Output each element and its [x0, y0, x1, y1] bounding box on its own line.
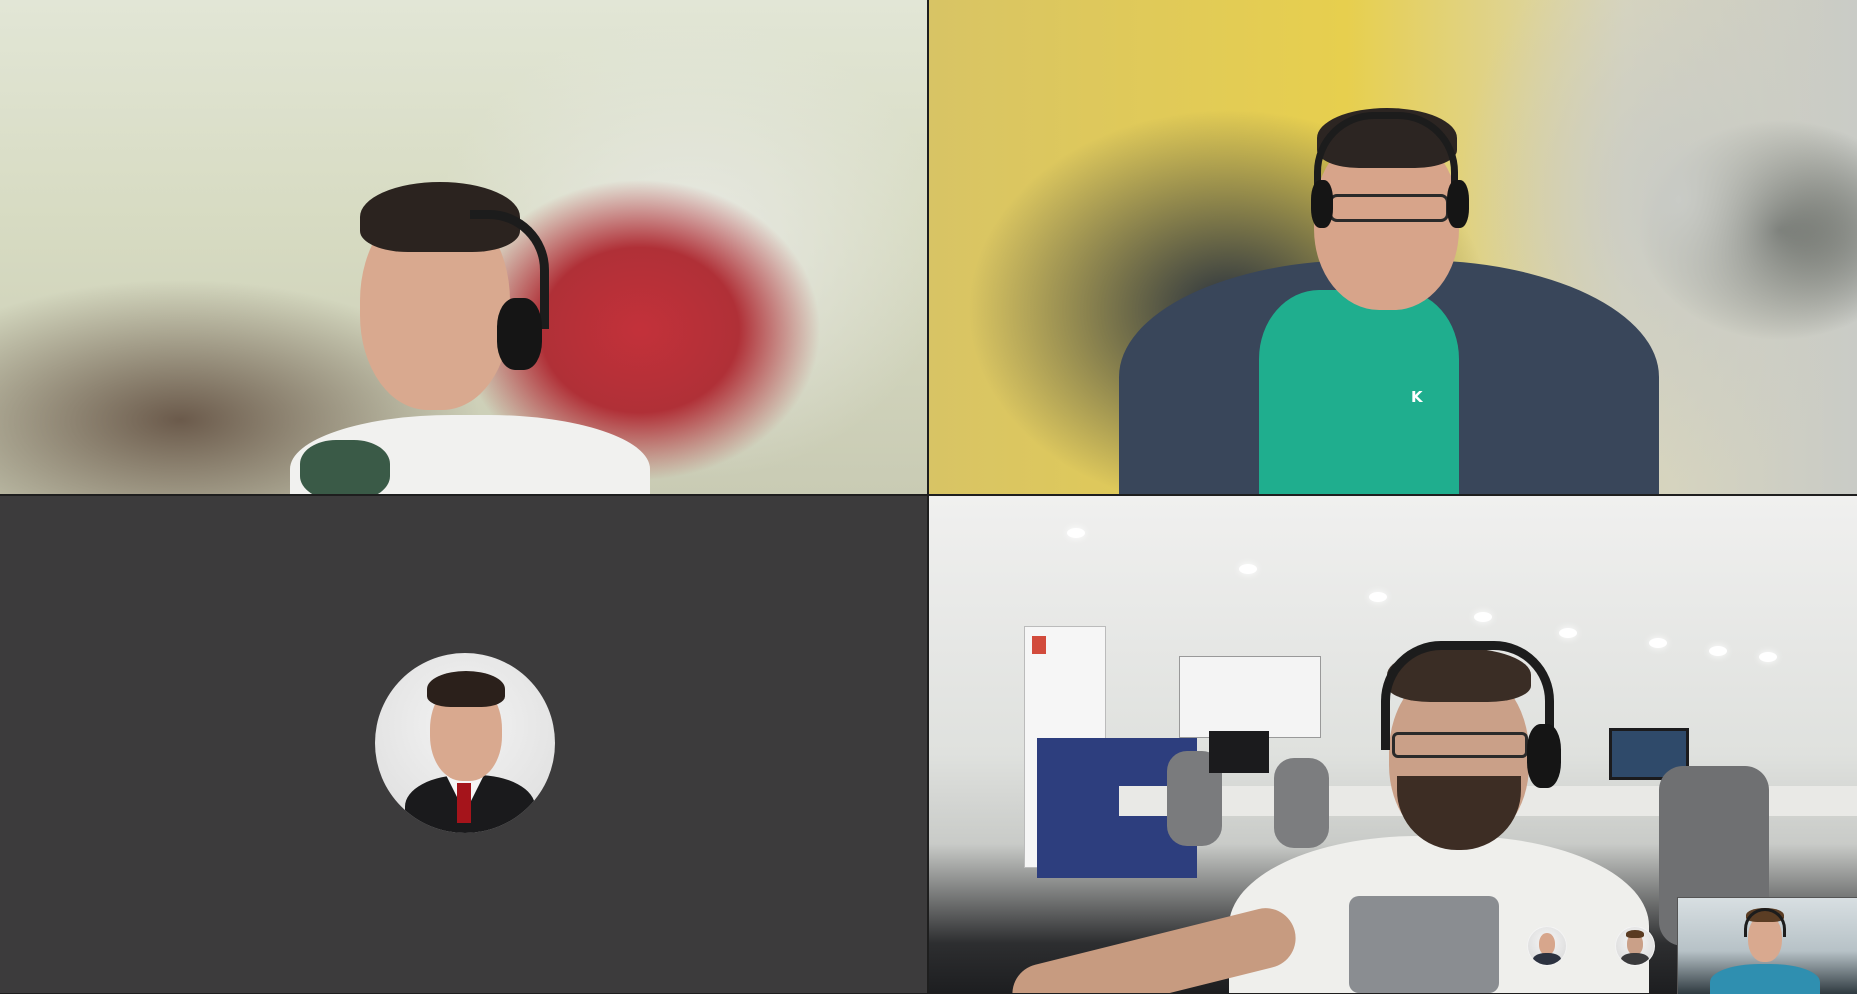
avatar-hair: [427, 671, 505, 707]
participant-1-shirt-pattern: [300, 440, 390, 494]
participant-chip-2[interactable]: [1615, 926, 1655, 966]
video-tile-participant-2[interactable]: K: [929, 0, 1857, 494]
office-chair: [1274, 758, 1329, 848]
participant-3-avatar: [375, 653, 555, 833]
avatar-tie: [457, 783, 471, 823]
participant-2-earcup-left: [1311, 180, 1333, 228]
ceiling-light: [1474, 612, 1492, 622]
participant-1-earcup: [497, 298, 542, 370]
ceiling-light: [1067, 528, 1085, 538]
participant-chip-1[interactable]: [1527, 926, 1567, 966]
chip-1-body: [1533, 953, 1561, 965]
chip-2-body: [1621, 953, 1649, 965]
door-sign: [1032, 636, 1046, 654]
video-call-grid: K: [0, 0, 1857, 994]
chip-2-hair: [1626, 930, 1644, 938]
ceiling-light: [1709, 646, 1727, 656]
ceiling-light: [1369, 592, 1387, 602]
participant-4-shirt-print: [1349, 896, 1499, 993]
chip-1-face: [1539, 933, 1555, 955]
participant-4-headset: [1381, 641, 1554, 750]
video-tile-participant-3[interactable]: [0, 496, 927, 993]
ceiling-light: [1559, 628, 1577, 638]
participant-2-shirt-logo: K: [1411, 388, 1423, 406]
office-whiteboard: [1179, 656, 1321, 738]
participant-2-earcup-right: [1447, 180, 1469, 228]
ceiling-light: [1759, 652, 1777, 662]
participant-2-shirt: [1259, 290, 1459, 494]
office-monitor: [1209, 731, 1269, 773]
participant-2-headset: [1314, 112, 1458, 209]
participant-4-earcup: [1527, 724, 1561, 788]
self-view-shirt: [1710, 964, 1820, 994]
self-view[interactable]: [1677, 897, 1857, 994]
ceiling-light: [1239, 564, 1257, 574]
ceiling-light: [1649, 638, 1667, 648]
video-tile-participant-1[interactable]: [0, 0, 927, 494]
